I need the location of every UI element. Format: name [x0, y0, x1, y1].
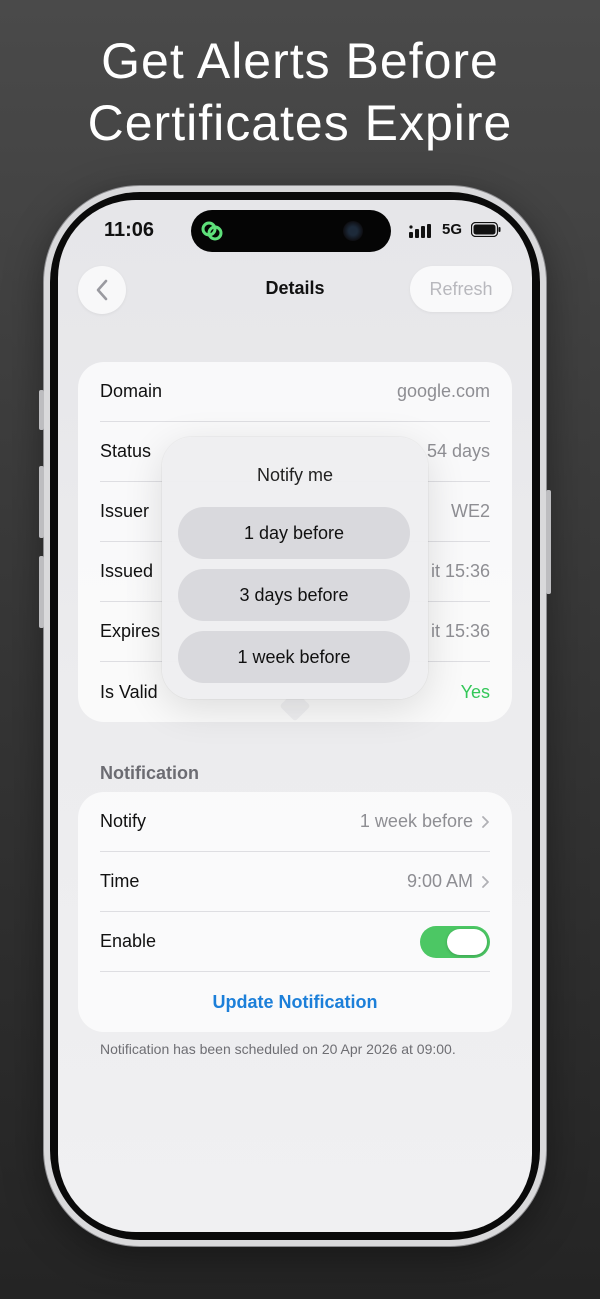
enable-row: Enable [100, 912, 490, 972]
notification-card: Notify 1 week before Time 9:00 AM Enable… [78, 792, 512, 1032]
time-value: 9:00 AM [406, 871, 473, 891]
link-rings-icon [201, 221, 223, 241]
time-row[interactable]: Time 9:00 AM [100, 852, 490, 912]
notify-value: 1 week before [359, 811, 473, 831]
notify-value-group: 1 week before [360, 811, 490, 832]
detail-value: it 15:36 [430, 621, 490, 641]
detail-value: WE2 [450, 501, 490, 521]
app-screen: 11:06 5G Details Refresh Domain google.c… [58, 200, 532, 1232]
detail-row-domain: Domain google.com [100, 362, 490, 422]
time-label: Time [100, 871, 140, 891]
battery-icon [471, 222, 501, 237]
mute-switch [39, 390, 44, 430]
detail-value: 54 days [426, 441, 490, 461]
detail-label: Issuer [100, 501, 150, 521]
headline-line-2: Certificates Expire [87, 95, 513, 151]
option-3-days-before[interactable]: 3 days before [178, 569, 410, 621]
chevron-right-icon [482, 815, 489, 828]
status-bar: 11:06 5G [58, 200, 532, 260]
navigation-bar: Details Refresh [58, 262, 532, 318]
detail-label: Domain [100, 381, 163, 401]
signal-bars-icon [409, 224, 431, 238]
chevron-right-icon [482, 875, 489, 888]
refresh-button[interactable]: Refresh [410, 266, 512, 312]
headline-line-1: Get Alerts Before [101, 33, 499, 89]
notify-label: Notify [100, 811, 147, 831]
dynamic-island [191, 210, 391, 252]
popover-title: Notify me [256, 465, 334, 485]
enable-toggle[interactable] [420, 925, 490, 958]
time-value-group: 9:00 AM [407, 871, 490, 892]
option-1-week-before[interactable]: 1 week before [178, 631, 410, 683]
update-notification-button[interactable]: Update Notification [78, 972, 512, 1032]
marketing-headline: Get Alerts Before Certificates Expire [0, 30, 600, 154]
detail-value: google.com [396, 381, 490, 401]
valid-status-value: Yes [460, 681, 490, 702]
detail-label: Expires [100, 621, 161, 641]
notify-row[interactable]: Notify 1 week before [100, 792, 490, 852]
detail-label: Status [100, 441, 152, 461]
status-time: 11:06 [104, 219, 155, 241]
notification-section-title: Notification [100, 763, 199, 783]
volume-down-button [39, 556, 44, 628]
camera-icon [343, 221, 363, 241]
schedule-footnote: Notification has been scheduled on 20 Ap… [100, 1041, 456, 1057]
volume-up-button [39, 466, 44, 538]
option-1-day-before[interactable]: 1 day before [178, 507, 410, 559]
enable-label: Enable [100, 931, 157, 951]
power-button [546, 490, 551, 594]
notify-popover: Notify me 1 day before 3 days before 1 w… [162, 437, 428, 699]
network-label: 5G [442, 221, 463, 238]
detail-value: it 15:36 [430, 561, 490, 581]
detail-label: Issued [100, 561, 154, 581]
detail-label: Is Valid [100, 681, 158, 702]
